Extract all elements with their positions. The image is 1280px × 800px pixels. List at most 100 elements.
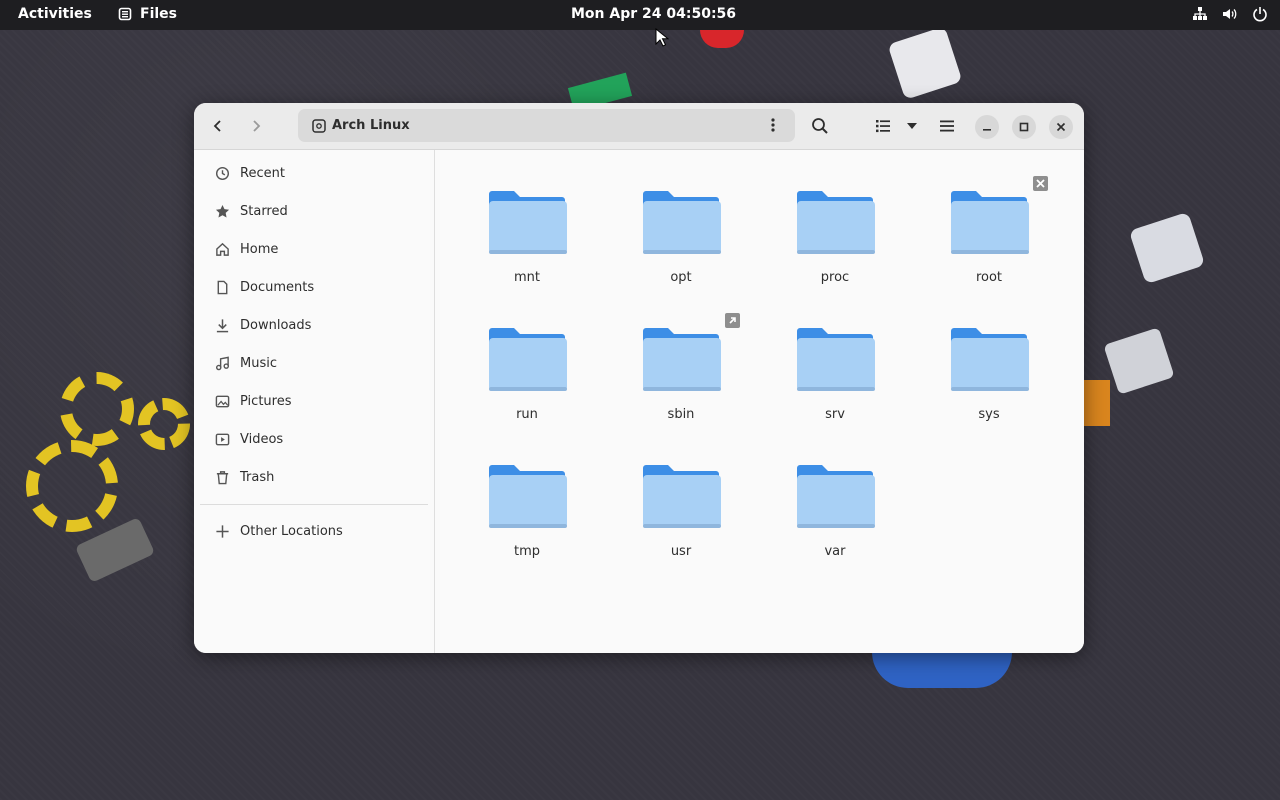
- sidebar-item-other-locations[interactable]: Other Locations: [200, 514, 428, 548]
- minimize-icon: [983, 129, 991, 131]
- sidebar-item-videos[interactable]: Videos: [200, 422, 428, 456]
- sidebar-item-music[interactable]: Music: [200, 346, 428, 380]
- mouse-cursor-icon: [655, 28, 669, 47]
- sidebar: Recent Starred Home Documents Downloads …: [194, 150, 435, 653]
- network-icon[interactable]: [1192, 6, 1208, 22]
- back-button[interactable]: [206, 114, 230, 138]
- close-icon: [1056, 122, 1066, 132]
- folder-name: var: [824, 544, 846, 559]
- location-bar[interactable]: Arch Linux: [298, 109, 795, 142]
- sidebar-item-trash[interactable]: Trash: [200, 460, 428, 494]
- wallpaper-gear: [60, 372, 134, 446]
- sidebar-item-label: Home: [240, 241, 279, 257]
- location-label: Arch Linux: [332, 118, 410, 133]
- activities-button[interactable]: Activities: [18, 6, 92, 22]
- sidebar-item-label: Videos: [240, 431, 284, 447]
- folder-item[interactable]: usr: [611, 450, 751, 580]
- drive-icon: [312, 118, 326, 133]
- sidebar-item-label: Music: [240, 355, 277, 371]
- folder-name: mnt: [514, 270, 540, 285]
- pictures-icon: [215, 395, 229, 407]
- sidebar-item-pictures[interactable]: Pictures: [200, 384, 428, 418]
- folder-icon: [797, 465, 875, 528]
- forward-button[interactable]: [244, 114, 268, 138]
- folder-item[interactable]: root: [919, 176, 1059, 306]
- volume-icon[interactable]: [1222, 6, 1238, 22]
- folder-name: srv: [825, 407, 845, 422]
- more-options-icon[interactable]: [765, 117, 781, 133]
- sidebar-divider: [200, 504, 428, 505]
- music-icon: [215, 356, 229, 370]
- folder-icon: [797, 191, 875, 254]
- folder-name: opt: [670, 270, 692, 285]
- folder-name: root: [975, 270, 1003, 285]
- star-icon: [215, 204, 229, 217]
- folder-item[interactable]: opt: [611, 176, 751, 306]
- search-button[interactable]: [808, 114, 832, 138]
- sidebar-item-label: Documents: [240, 279, 315, 295]
- folder-item[interactable]: sys: [919, 313, 1059, 443]
- view-options-button[interactable]: [900, 114, 924, 138]
- sidebar-item-downloads[interactable]: Downloads: [200, 308, 428, 342]
- folder-item[interactable]: srv: [765, 313, 905, 443]
- maximize-icon: [1019, 122, 1029, 132]
- power-icon[interactable]: [1252, 6, 1268, 22]
- folder-item[interactable]: tmp: [457, 450, 597, 580]
- folder-icon: [643, 191, 721, 254]
- sidebar-item-home[interactable]: Home: [200, 232, 428, 266]
- folder-icon: [643, 465, 721, 528]
- sidebar-item-label: Starred: [240, 203, 288, 219]
- close-button[interactable]: [1049, 115, 1073, 139]
- clock[interactable]: Mon Apr 24 04:50:56: [571, 6, 736, 22]
- app-menu[interactable]: Files: [118, 6, 177, 22]
- folder-item[interactable]: home: [457, 150, 597, 170]
- folder-name: sys: [978, 407, 1000, 422]
- files-app-icon: [118, 7, 132, 21]
- wallpaper-block: [1084, 380, 1110, 426]
- folder-name: proc: [820, 270, 850, 285]
- folder-item[interactable]: sbin: [611, 313, 751, 443]
- folder-item[interactable]: lib64: [765, 150, 905, 170]
- folder-icon: [489, 328, 567, 391]
- list-view-icon: [876, 120, 890, 133]
- folder-name: sbin: [667, 407, 695, 422]
- symlink-emblem-icon: [725, 313, 740, 328]
- folder-name: tmp: [513, 544, 540, 559]
- top-bar: Activities Files Mon Apr 24 04:50:56: [0, 0, 1280, 30]
- folder-name: run: [516, 407, 538, 422]
- sidebar-item-documents[interactable]: Documents: [200, 270, 428, 304]
- folder-item[interactable]: mnt: [457, 176, 597, 306]
- chevron-down-icon: [907, 123, 917, 129]
- document-icon: [217, 280, 227, 294]
- folder-item[interactable]: lib: [611, 150, 751, 170]
- sidebar-item-label: Other Locations: [240, 523, 343, 539]
- sidebar-item-starred[interactable]: Starred: [200, 194, 428, 228]
- minimize-button[interactable]: [975, 115, 999, 139]
- chevron-left-icon: [213, 120, 221, 132]
- trash-icon: [216, 470, 228, 484]
- folder-item[interactable]: run: [457, 313, 597, 443]
- folder-icon: [489, 465, 567, 528]
- main-menu-button[interactable]: [935, 114, 959, 138]
- folder-item[interactable]: proc: [765, 176, 905, 306]
- folder-item[interactable]: var: [765, 450, 905, 580]
- chevron-right-icon: [253, 120, 261, 132]
- home-icon: [215, 242, 229, 256]
- sidebar-item-recent[interactable]: Recent: [200, 156, 428, 190]
- folder-item[interactable]: lost+found: [919, 150, 1059, 170]
- plus-icon: [215, 524, 229, 538]
- folder-name: usr: [670, 544, 692, 559]
- files-window: Arch Linux Recent Starred Home Documents…: [194, 103, 1084, 653]
- sidebar-item-label: Pictures: [240, 393, 292, 409]
- folder-icon: [797, 328, 875, 391]
- wallpaper-block: [872, 652, 1012, 688]
- maximize-button[interactable]: [1012, 115, 1036, 139]
- hamburger-menu-icon: [940, 120, 954, 132]
- sidebar-item-label: Downloads: [240, 317, 312, 333]
- list-view-button[interactable]: [871, 114, 895, 138]
- folder-icon: [489, 191, 567, 254]
- folder-icon: [643, 328, 721, 391]
- system-tray[interactable]: [1192, 6, 1268, 22]
- wallpaper-gear: [138, 398, 190, 450]
- search-icon: [812, 118, 828, 134]
